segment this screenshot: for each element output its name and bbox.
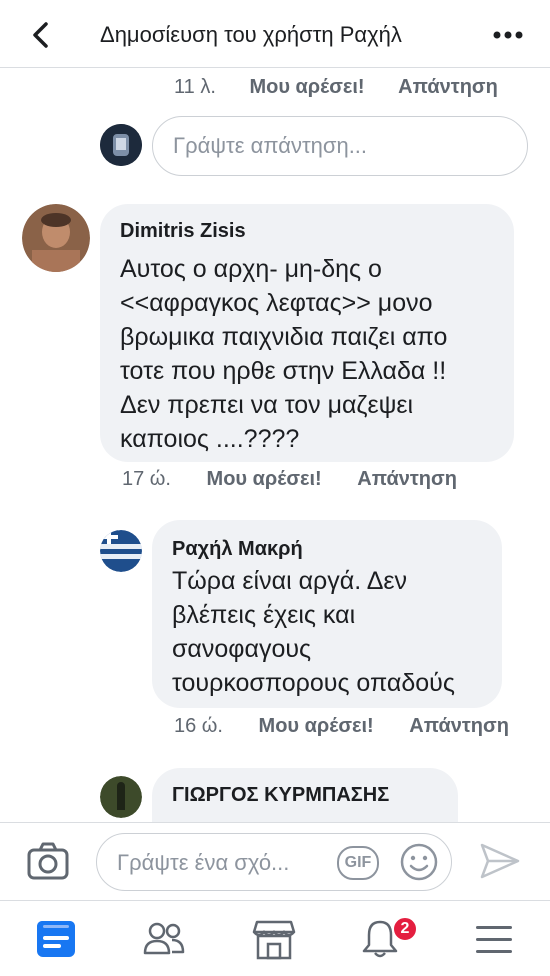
menu-icon	[476, 926, 512, 953]
reply-time: 11 λ.	[174, 76, 216, 98]
tab-menu[interactable]	[470, 915, 518, 963]
like-link[interactable]: Μου αρέσει!	[259, 715, 374, 738]
comment-author[interactable]: ΓΙΩΡΓΟΣ ΚΥΡΜΠΑΣΗΣ	[172, 784, 389, 807]
tab-news-feed[interactable]	[32, 915, 80, 963]
bottom-tab-bar	[0, 900, 550, 976]
notifications-badge: 2	[392, 916, 418, 942]
more-options-button[interactable]	[490, 18, 526, 52]
comment-composer: Γράψτε ένα σχό... GIF	[0, 822, 550, 900]
comment-author[interactable]: Dimitris Zisis	[120, 220, 246, 243]
reply-link[interactable]: Απάντηση	[409, 715, 509, 738]
comment-time: 16 ώ.	[174, 715, 223, 737]
marketplace-icon	[252, 920, 296, 960]
comment-meta-row: 16 ώ. Μου αρέσει! Απάντηση	[174, 715, 509, 738]
emoji-button[interactable]	[399, 842, 439, 882]
news-feed-icon	[37, 921, 75, 957]
camera-icon	[27, 842, 69, 880]
avatar[interactable]	[100, 530, 142, 572]
camera-button[interactable]	[26, 841, 70, 881]
more-dots-icon	[493, 31, 523, 39]
avatar[interactable]	[22, 204, 90, 272]
current-user-avatar	[100, 124, 142, 166]
comment-input-placeholder: Γράψτε ένα σχό...	[117, 850, 290, 875]
back-arrow-icon	[33, 22, 48, 48]
comment-input[interactable]: Γράψτε ένα σχό... GIF	[96, 833, 452, 891]
send-button[interactable]	[478, 841, 522, 881]
gif-button[interactable]: GIF	[337, 846, 379, 880]
reply-link[interactable]: Απάντηση	[398, 76, 498, 99]
tab-friends[interactable]	[140, 915, 188, 963]
like-link[interactable]: Μου αρέσει!	[207, 468, 322, 491]
comment-text: Τώρα είναι αργά. Δεν βλέπεις έχεις και σ…	[172, 567, 455, 697]
friends-icon	[143, 922, 185, 955]
emoji-icon	[400, 843, 438, 881]
comment-bubble: Dimitris Zisis Αυτος ο αρχη- μη-δης ο <<…	[100, 204, 514, 462]
top-header: Δημοσίευση του χρήστη Ραχήλ	[0, 0, 550, 68]
reply-input-placeholder: Γράψτε απάντηση...	[173, 133, 368, 158]
reply-meta-row: 11 λ. Μου αρέσει! Απάντηση	[174, 76, 498, 99]
avatar[interactable]	[100, 776, 142, 818]
like-link[interactable]: Μου αρέσει!	[249, 76, 364, 99]
tab-marketplace[interactable]	[250, 915, 298, 963]
comment-time: 17 ώ.	[122, 468, 171, 490]
comment-bubble: Ραχήλ Μακρή Τώρα είναι αργά. Δεν βλέπεις…	[152, 520, 502, 708]
comment-author[interactable]: Ραχήλ Μακρή	[172, 538, 303, 561]
reply-link[interactable]: Απάντηση	[357, 468, 457, 491]
reply-input[interactable]: Γράψτε απάντηση...	[152, 116, 528, 176]
comment-text: Αυτος ο αρχη- μη-δης ο <<αφραγκος λεφτας…	[120, 255, 448, 453]
back-button[interactable]	[24, 18, 56, 52]
page-title: Δημοσίευση του χρήστη Ραχήλ	[100, 22, 402, 47]
send-icon	[480, 843, 520, 879]
comment-meta-row: 17 ώ. Μου αρέσει! Απάντηση	[122, 468, 457, 491]
